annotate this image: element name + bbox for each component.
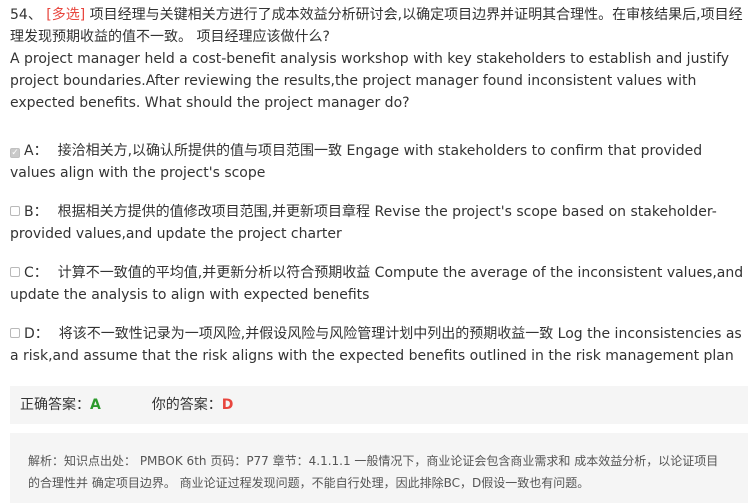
checkbox-icon[interactable] [10,328,20,338]
analysis-text: 解析：知识点出处： PMBOK 6th 页码：P77 章节：4.1.1.1 一般… [28,454,719,490]
option-text: 根据相关方提供的值修改项目范围,并更新项目章程 Revise the proje… [10,204,717,242]
question-block: 54、 [多选] 项目经理与关键相关方进行了成本效益分析研讨会,以确定项目边界并… [10,4,748,114]
question-type-tag: [多选] [46,7,86,23]
correct-answer-label: 正确答案： [20,397,90,413]
option-b[interactable]: B： 根据相关方提供的值修改项目范围,并更新项目章程 Revise the pro… [10,201,750,245]
option-text: 接洽相关方,以确认所提供的值与项目范围一致 Engage with stakeh… [10,143,703,181]
option-letter: A： [24,143,48,159]
question-text-cn: 项目经理与关键相关方进行了成本效益分析研讨会,以确定项目边界并证明其合理性。在审… [10,7,743,45]
option-c[interactable]: C： 计算不一致值的平均值,并更新分析以符合预期收益 Compute the av… [10,262,750,306]
question-number: 54、 [10,7,42,23]
checkbox-icon[interactable] [10,206,20,216]
option-d[interactable]: D： 将该不一致性记录为一项风险,并假设风险与风险管理计划中列出的预期收益一致 L… [10,323,750,367]
your-answer-label: 你的答案： [151,397,222,413]
your-answer-value: D [221,397,234,413]
checkbox-icon[interactable] [10,267,20,277]
question-text-en: A project manager held a cost-benefit an… [10,51,730,111]
checkbox-icon[interactable]: ✓ [10,148,20,158]
answer-bar: 正确答案：A 你的答案：D [10,386,748,424]
analysis-panel: 解析：知识点出处： PMBOK 6th 页码：P77 章节：4.1.1.1 一般… [10,433,748,503]
option-letter: C： [24,265,48,281]
option-text: 将该不一致性记录为一项风险,并假设风险与风险管理计划中列出的预期收益一致 Log… [10,326,742,364]
option-letter: B： [24,204,48,220]
options-list: ✓ A： 接洽相关方,以确认所提供的值与项目范围一致 Engage with sta… [10,140,750,384]
correct-answer-value: A [90,397,101,413]
option-text: 计算不一致值的平均值,并更新分析以符合预期收益 Compute the aver… [10,265,744,303]
option-a[interactable]: ✓ A： 接洽相关方,以确认所提供的值与项目范围一致 Engage with sta… [10,140,750,184]
option-letter: D： [24,326,49,342]
